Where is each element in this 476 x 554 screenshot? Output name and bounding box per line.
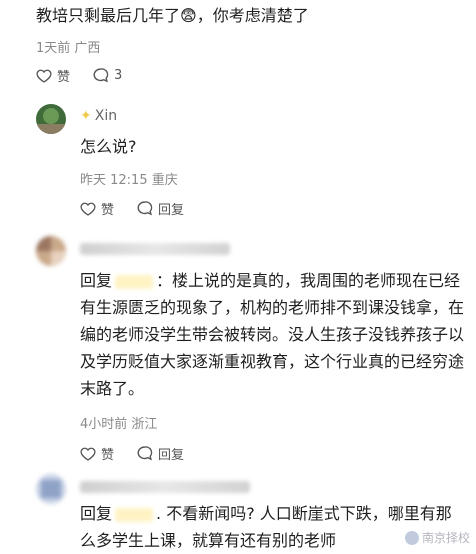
- reply-prefix: 回复: [80, 271, 113, 290]
- reply-item: ✦ Xin 怎么说? 昨天 12:15 重庆 赞 回复: [36, 100, 466, 230]
- username-row[interactable]: [80, 481, 250, 493]
- username-row[interactable]: [80, 243, 230, 255]
- reply-meta: 昨天 12:15 重庆: [80, 173, 178, 188]
- comment-count-button[interactable]: 3: [92, 67, 122, 84]
- reply-item: 回复. 不看新闻吗? 人口断崖式下跌，哪里有那么多学生上课，就算有还有别的老师: [36, 470, 466, 554]
- reply-count: 3: [114, 68, 123, 83]
- mention-redacted: [115, 274, 154, 289]
- reply-text: 怎么说?: [80, 137, 137, 156]
- comment-meta: 1天前 广西: [36, 41, 101, 56]
- reply-actions: 赞 回复: [80, 199, 466, 218]
- reply-meta: 4小时前 浙江: [80, 417, 158, 432]
- username-redacted: [80, 243, 230, 255]
- reply-label: 回复: [158, 203, 185, 218]
- reply-body: 怎么说? 昨天 12:15 重庆 赞 回复: [80, 133, 466, 218]
- heart-icon: [80, 202, 96, 216]
- like-label: 赞: [101, 203, 115, 218]
- watermark-text: 南京择校: [421, 531, 470, 545]
- username-row[interactable]: ✦ Xin: [80, 108, 117, 124]
- watermark: 南京择校: [404, 529, 470, 546]
- like-button[interactable]: 赞: [80, 199, 114, 218]
- reply-button[interactable]: 回复: [136, 444, 184, 463]
- comment-text: 教培只剩最后几年了😨，你考虑清楚了: [36, 2, 466, 29]
- comment-actions: 赞 3: [36, 66, 466, 85]
- reply-content: ：楼上说的是真的，我周围的老师现在已经有生源匮乏的现象了，机构的老师排不到课没钱…: [80, 271, 465, 398]
- heart-icon: [80, 447, 96, 461]
- comment-text-part1: 教培只剩最后几年了: [36, 6, 181, 25]
- like-label: 赞: [57, 70, 71, 85]
- watermark-logo-icon: [404, 530, 419, 545]
- comment-bubble-icon: [137, 201, 153, 216]
- reply-text: 回复 ：楼上说的是真的，我周围的老师现在已经有生源匮乏的现象了，机构的老师排不到课…: [80, 267, 466, 402]
- avatar[interactable]: [36, 236, 66, 266]
- comment-text-part2: ，你考虑清楚了: [196, 6, 309, 25]
- username-redacted: [80, 481, 250, 493]
- reply-body: 回复 ：楼上说的是真的，我周围的老师现在已经有生源匮乏的现象了，机构的老师排不到课…: [80, 267, 466, 463]
- mention-redacted: [115, 507, 154, 522]
- avatar[interactable]: [36, 104, 66, 134]
- like-button[interactable]: 赞: [36, 66, 70, 85]
- reply-prefix: 回复: [80, 504, 113, 523]
- reply-label: 回复: [158, 448, 185, 463]
- top-comment: 教培只剩最后几年了😨，你考虑清楚了 1天前 广西 赞 3: [36, 0, 466, 85]
- comment-bubble-icon: [93, 68, 109, 83]
- like-label: 赞: [101, 448, 115, 463]
- comment-bubble-icon: [137, 446, 153, 461]
- like-button[interactable]: 赞: [80, 444, 114, 463]
- username: Xin: [94, 108, 118, 124]
- heart-icon: [36, 69, 52, 83]
- reply-actions: 赞 回复: [80, 444, 466, 463]
- reply-item: 回复 ：楼上说的是真的，我周围的老师现在已经有生源匮乏的现象了，机构的老师排不到课…: [36, 232, 466, 463]
- reply-button[interactable]: 回复: [136, 199, 184, 218]
- avatar[interactable]: [36, 474, 66, 504]
- star-badge-icon: ✦: [80, 108, 92, 124]
- emoji-icon: 😨: [180, 6, 197, 25]
